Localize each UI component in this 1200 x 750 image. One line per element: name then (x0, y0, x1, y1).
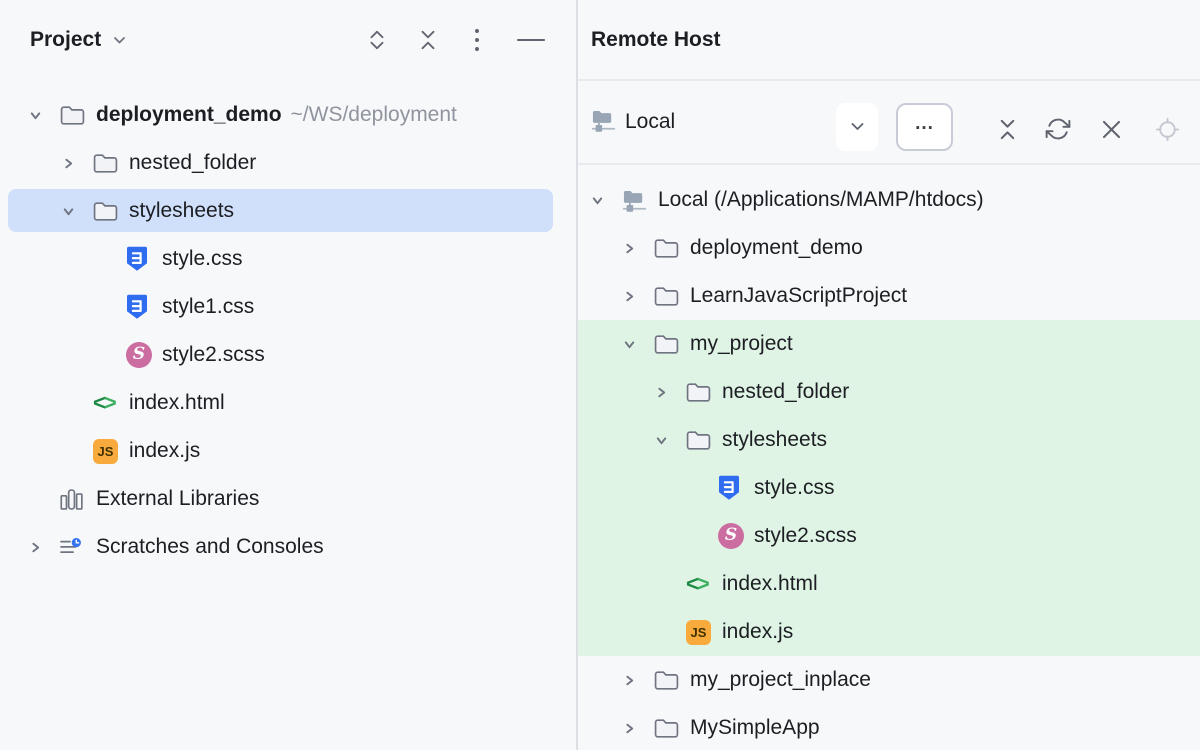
chevron-right-icon[interactable] (61, 139, 93, 187)
sass-icon: S (718, 523, 746, 549)
row-local-root[interactable]: Local (/Applications/MAMP/htdocs) (578, 176, 1200, 224)
project-root-name: deployment_demo (96, 103, 282, 126)
server-icon (622, 187, 650, 213)
html-icon: <> (93, 390, 121, 416)
server-icon (591, 107, 616, 138)
chevron-down-icon[interactable] (28, 91, 60, 139)
folder-icon (93, 153, 121, 174)
chevron-right-icon[interactable] (622, 272, 654, 320)
row-stylesheets-selected[interactable]: stylesheets (0, 187, 576, 235)
chevron-right-icon[interactable] (654, 368, 686, 416)
folder-icon (654, 718, 682, 739)
project-title[interactable]: Project (30, 28, 101, 52)
remote-host-tree: Local (/Applications/MAMP/htdocs) deploy… (578, 176, 1200, 750)
close-icon[interactable] (1096, 114, 1126, 144)
html-icon: <> (686, 571, 714, 597)
js-icon: JS (93, 439, 121, 464)
row-my-project-inplace[interactable]: my_project_inplace (578, 656, 1200, 704)
folder-icon (654, 670, 682, 691)
chevron-right-icon[interactable] (622, 704, 654, 750)
toolbar-divider (578, 163, 1200, 165)
library-icon (60, 489, 88, 510)
row-index-html-remote[interactable]: <> index.html (578, 560, 1200, 608)
folder-icon (654, 334, 682, 355)
row-deployment-demo-remote[interactable]: deployment_demo (578, 224, 1200, 272)
more-options-icon[interactable] (462, 25, 492, 55)
project-header: Project (0, 0, 576, 80)
row-nested-folder[interactable]: nested_folder (0, 139, 576, 187)
row-scratches-and-consoles[interactable]: Scratches and Consoles (0, 523, 576, 571)
hide-panel-icon[interactable] (516, 25, 546, 55)
folder-icon (686, 382, 714, 403)
row-stylesheets-remote[interactable]: stylesheets (578, 416, 1200, 464)
chevron-right-icon[interactable] (28, 523, 60, 571)
chevron-down-icon (850, 120, 865, 135)
chevron-down-icon[interactable] (622, 320, 654, 368)
css-icon (718, 475, 746, 501)
row-learnjavascriptproject[interactable]: LearnJavaScriptProject (578, 272, 1200, 320)
scratches-icon (60, 538, 88, 557)
chevron-down-icon[interactable] (654, 416, 686, 464)
folder-icon (686, 430, 714, 451)
server-dropdown-button[interactable] (836, 103, 878, 151)
refresh-icon[interactable] (1043, 114, 1073, 144)
chevron-right-icon[interactable] (622, 224, 654, 272)
row-nested-folder-remote[interactable]: nested_folder (578, 368, 1200, 416)
css-icon (126, 294, 154, 320)
js-icon: JS (686, 620, 714, 645)
remote-host-title: Remote Host (591, 28, 721, 52)
project-tool-window: Project deployment_demo ~/WS/deployment n… (0, 0, 576, 750)
chevron-right-icon[interactable] (622, 656, 654, 704)
css-icon (126, 246, 154, 272)
row-style-css-remote[interactable]: style.css (578, 464, 1200, 512)
row-deployment-demo[interactable]: deployment_demo ~/WS/deployment (0, 91, 576, 139)
server-selector[interactable]: Local (591, 81, 675, 163)
locate-file-icon[interactable] (1152, 114, 1182, 144)
browse-server-button[interactable]: ... (896, 103, 953, 151)
collapse-all-icon[interactable] (992, 114, 1022, 144)
chevron-down-icon[interactable] (113, 35, 126, 45)
project-root-path: ~/WS/deployment (291, 103, 457, 126)
project-tree: deployment_demo ~/WS/deployment nested_fo… (0, 91, 576, 571)
sass-icon: S (126, 342, 154, 368)
folder-icon (93, 201, 121, 222)
folder-icon (654, 286, 682, 307)
server-selector-value: Local (625, 110, 675, 134)
row-mysimpleapp[interactable]: MySimpleApp (578, 704, 1200, 750)
row-index-js[interactable]: JS index.js (0, 427, 576, 475)
row-style1-css[interactable]: style1.css (0, 283, 576, 331)
row-external-libraries[interactable]: External Libraries (0, 475, 576, 523)
row-index-js-remote[interactable]: JS index.js (578, 608, 1200, 656)
row-my-project[interactable]: my_project (578, 320, 1200, 368)
folder-icon (60, 105, 88, 126)
chevron-down-icon[interactable] (590, 176, 622, 224)
row-style2-scss-remote[interactable]: S style2.scss (578, 512, 1200, 560)
row-style2-scss[interactable]: S style2.scss (0, 331, 576, 379)
folder-icon (654, 238, 682, 259)
remote-host-tool-window: Remote Host Local ... Local (/Applicatio… (578, 0, 1200, 750)
remote-host-header: Remote Host (578, 0, 1200, 79)
chevron-down-icon[interactable] (61, 187, 93, 235)
expand-all-icon[interactable] (362, 25, 392, 55)
collapse-all-icon[interactable] (413, 25, 443, 55)
row-style-css[interactable]: style.css (0, 235, 576, 283)
remote-host-toolbar: Local ... (578, 81, 1200, 163)
row-index-html[interactable]: <> index.html (0, 379, 576, 427)
